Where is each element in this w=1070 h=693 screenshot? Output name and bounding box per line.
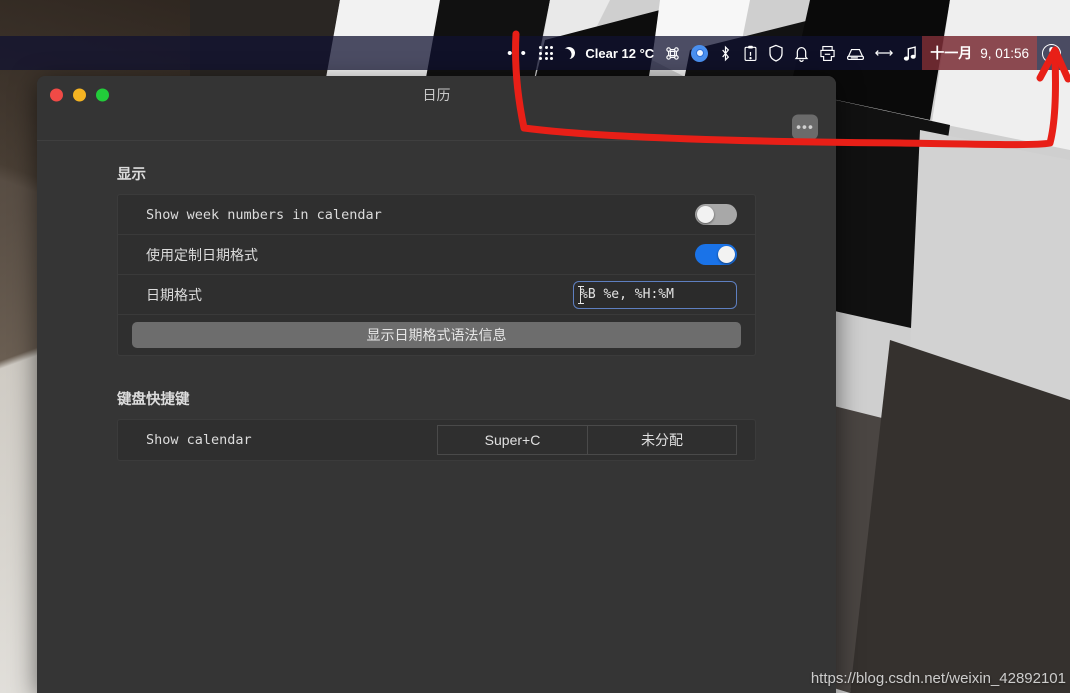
calendar-settings-window: 日历 ••• 显示 Show week numbers in calendar … (37, 76, 836, 693)
show-calendar-label: Show calendar (146, 432, 252, 448)
row-show-week-numbers[interactable]: Show week numbers in calendar (118, 195, 755, 235)
show-week-numbers-label: Show week numbers in calendar (146, 206, 382, 223)
custom-date-format-label: 使用定制日期格式 (146, 246, 258, 263)
shortcuts-card: Show calendar Super+C 未分配 (117, 419, 756, 461)
display-section-heading: 显示 (117, 167, 146, 183)
close-window-button[interactable] (50, 88, 63, 101)
show-week-numbers-toggle[interactable] (695, 204, 737, 225)
command-key-icon[interactable] (659, 36, 686, 70)
minimize-window-button[interactable] (73, 88, 86, 101)
window-title: 日历 (422, 86, 451, 103)
row-syntax-info: 显示日期格式语法信息 (118, 315, 755, 355)
window-controls (50, 88, 109, 101)
printer-icon[interactable] (814, 36, 841, 70)
watermark-text: https://blog.csdn.net/weixin_42892101 (810, 670, 1066, 687)
bluetooth-icon[interactable] (713, 36, 738, 70)
toggle-knob (697, 206, 714, 223)
text-caret-icon (577, 285, 584, 304)
date-format-input-wrapper (573, 280, 737, 309)
clipboard-icon[interactable] (738, 36, 763, 70)
moon-icon (563, 47, 575, 59)
shield-icon[interactable] (763, 36, 789, 70)
window-title-bar: 日历 (37, 76, 836, 113)
row-show-calendar-shortcut: Show calendar Super+C 未分配 (118, 420, 755, 460)
toggle-knob (718, 246, 735, 263)
removable-drive-icon[interactable] (841, 36, 870, 70)
shortcut-unassigned-button[interactable]: 未分配 (587, 425, 737, 455)
weather-label: Clear 12 °C (585, 45, 655, 61)
weather-indicator[interactable]: Clear 12 °C (558, 36, 659, 70)
overflow-dots-icon[interactable]: ••• (500, 36, 534, 70)
user-account-icon[interactable] (1037, 36, 1066, 70)
settings-content: 显示 Show week numbers in calendar 使用定制日期格… (37, 141, 836, 693)
apps-grid-icon[interactable] (534, 36, 558, 70)
row-custom-date-format[interactable]: 使用定制日期格式 (118, 235, 755, 275)
custom-date-format-toggle[interactable] (695, 244, 737, 265)
date-format-input[interactable] (573, 280, 737, 309)
display-settings-card: Show week numbers in calendar 使用定制日期格式 日… (117, 194, 756, 356)
chromium-icon[interactable] (686, 36, 713, 70)
maximize-window-button[interactable] (96, 88, 109, 101)
shortcut-binding-button[interactable]: Super+C (437, 425, 587, 455)
system-top-bar: ••• Clear 12 °C 十一月 9, 01:56 (0, 36, 1070, 70)
row-date-format: 日期格式 (118, 275, 755, 315)
notification-bell-icon[interactable] (789, 36, 814, 70)
date-format-syntax-button[interactable]: 显示日期格式语法信息 (132, 322, 741, 348)
music-note-icon[interactable] (898, 36, 922, 70)
date-time-label: 9, 01:56 (980, 45, 1029, 61)
datetime-indicator[interactable]: 十一月 9, 01:56 (922, 36, 1037, 70)
shortcut-button-group: Super+C 未分配 (437, 425, 737, 455)
shortcuts-section-heading: 键盘快捷键 (117, 392, 190, 408)
horizontal-arrows-icon[interactable] (870, 36, 898, 70)
date-month-label: 十一月 (930, 45, 973, 61)
date-format-label: 日期格式 (146, 286, 202, 303)
overflow-menu-button[interactable]: ••• (792, 114, 818, 139)
window-header-bar: ••• (37, 113, 836, 141)
